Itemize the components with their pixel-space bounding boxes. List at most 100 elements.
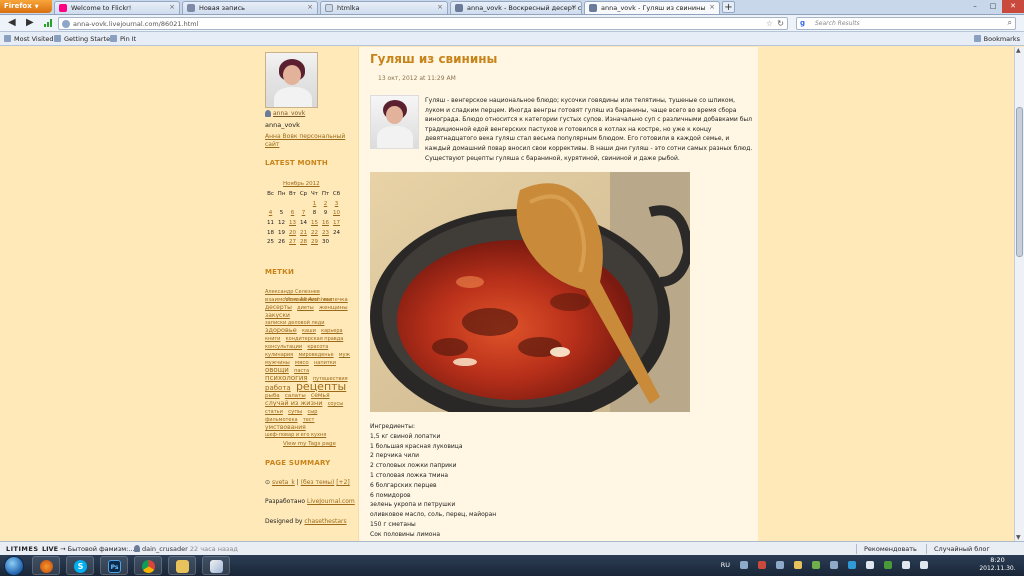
tag-link[interactable]: женщины	[319, 305, 348, 311]
maximize-icon[interactable]: □	[984, 0, 1002, 13]
search-input[interactable]: g Search Results ⌕	[796, 17, 1016, 30]
tray-app-icon[interactable]	[830, 561, 838, 569]
tag-link[interactable]: Александр Селезнев	[265, 289, 320, 295]
start-button[interactable]	[4, 556, 24, 576]
calendar-day[interactable]: 22	[309, 228, 320, 238]
live-news-link[interactable]: LIVE → Бытовой фамизм:...	[42, 545, 135, 553]
avatar[interactable]	[265, 52, 318, 108]
calendar-day[interactable]: 2	[320, 199, 331, 209]
taskbar-editor[interactable]	[202, 556, 230, 575]
tag-link[interactable]: красота	[307, 344, 328, 350]
calendar-day[interactable]: 1	[309, 199, 320, 209]
tag-link[interactable]: случай из жизни	[265, 399, 322, 407]
tag-link[interactable]: шеф-повар и его кухня	[265, 432, 326, 438]
taskbar-folder[interactable]	[168, 556, 196, 575]
tag-link[interactable]: работа	[265, 384, 291, 392]
tag-link[interactable]: кулинария	[265, 352, 293, 358]
tray-app-icon[interactable]	[776, 561, 784, 569]
tray-app-icon[interactable]	[866, 561, 874, 569]
tag-link[interactable]: статьи	[265, 409, 283, 415]
tray-app-icon[interactable]	[884, 561, 892, 569]
username-link[interactable]: anna_vovk	[265, 110, 305, 117]
tag-link[interactable]: каши	[302, 328, 316, 334]
bookmarks-menu[interactable]: Bookmarks	[973, 35, 1020, 43]
calendar-day[interactable]: 6	[287, 208, 298, 218]
site-identity-icon[interactable]	[62, 20, 70, 28]
clock-time[interactable]: 8:20	[975, 556, 1020, 564]
calendar-day[interactable]: 7	[298, 208, 309, 218]
close-icon[interactable]: ×	[169, 3, 175, 11]
back-arrow-icon[interactable]: ◀	[8, 17, 16, 29]
tag-link[interactable]: напитки	[314, 360, 336, 366]
clock-date[interactable]: 2012.11.30.	[975, 565, 1020, 572]
tag-link[interactable]: тест	[303, 417, 315, 423]
tag-link[interactable]: здоровье	[265, 326, 297, 334]
tag-link[interactable]: кондитерская правда	[286, 336, 344, 342]
tag-link[interactable]: супы	[288, 409, 302, 415]
calendar-day[interactable]: 21	[298, 228, 309, 238]
post-title[interactable]: Гуляш из свинины	[370, 52, 497, 66]
litimes-logo[interactable]: LITIMES	[6, 545, 39, 553]
tray-app-icon[interactable]	[740, 561, 748, 569]
scroll-up-icon[interactable]: ▲	[1016, 47, 1021, 54]
tag-link[interactable]: книги	[265, 336, 280, 342]
tag-link[interactable]: сыр	[308, 409, 318, 415]
tab-flickr[interactable]: Welcome to Flickr! ×	[54, 1, 180, 14]
calendar-day[interactable]: 4	[265, 208, 276, 218]
tab-new-entry[interactable]: Новая запись ×	[182, 1, 318, 14]
tag-link[interactable]: карьера	[321, 328, 343, 334]
tag-link[interactable]: закуски	[265, 312, 290, 319]
tab-sunday-dessert[interactable]: anna_vovk - Воскресный десерт с Ф... ×	[450, 1, 582, 14]
close-icon[interactable]: ×	[571, 3, 577, 11]
tag-link[interactable]: муж	[339, 352, 350, 358]
personal-site-link[interactable]: Анна Вовк персональный сайт	[265, 133, 355, 149]
address-bar[interactable]: anna-vovk.livejournal.com/86021.html ☆ ↻	[58, 17, 788, 30]
tag-link[interactable]: диеты	[297, 305, 314, 311]
calendar-day[interactable]: 15	[309, 218, 320, 228]
calendar-day[interactable]: 20	[287, 228, 298, 238]
summary-user-link[interactable]: sveta_k	[272, 479, 295, 486]
livejournal-link[interactable]: LiveJournal.com	[307, 498, 355, 505]
recommend-button[interactable]: Рекомендовать	[864, 545, 917, 553]
scroll-down-icon[interactable]: ▼	[1016, 534, 1021, 541]
calendar-day[interactable]: 10	[331, 208, 342, 218]
calendar-day[interactable]: 3	[331, 199, 342, 209]
tag-link[interactable]: фильмотека	[265, 417, 298, 423]
taskbar-firefox[interactable]	[32, 556, 60, 575]
calendar-month-link[interactable]: Ноябрь 2012	[283, 181, 320, 187]
volume-icon[interactable]	[920, 561, 928, 569]
tag-link[interactable]: десерты	[265, 304, 292, 311]
scrollbar-thumb[interactable]	[1016, 107, 1023, 257]
bookmark-most-visited[interactable]: Most Visited	[4, 35, 54, 43]
calendar-day[interactable]: 17	[331, 218, 342, 228]
tag-link[interactable]: умствования	[265, 424, 306, 431]
status-user-link[interactable]: dain_crusader 22 часа назад	[134, 545, 238, 553]
tag-link[interactable]: выпечка	[323, 297, 348, 303]
bookmark-pin-it[interactable]: Pin It	[110, 35, 136, 43]
close-icon[interactable]: ×	[307, 3, 313, 11]
new-tab-button[interactable]: +	[722, 1, 735, 13]
tray-app-icon[interactable]	[794, 561, 802, 569]
window-close-icon[interactable]: ✕	[1002, 0, 1024, 13]
taskbar-skype[interactable]: S	[66, 556, 94, 575]
close-icon[interactable]: ×	[709, 3, 715, 11]
search-icon[interactable]: ⌕	[1008, 18, 1012, 28]
tray-app-icon[interactable]	[848, 561, 856, 569]
page-scrollbar[interactable]: ▲ ▼	[1014, 47, 1024, 541]
tag-link[interactable]: консультации	[265, 344, 302, 350]
calendar-day[interactable]: 28	[298, 237, 309, 247]
bookmark-star-icon[interactable]: ☆	[766, 19, 773, 28]
designer-link[interactable]: chasethestars	[304, 518, 346, 525]
firefox-menu-button[interactable]: Firefox ▼	[0, 0, 52, 13]
tray-app-icon[interactable]	[812, 561, 820, 569]
calendar-day[interactable]: 13	[287, 218, 298, 228]
close-icon[interactable]: ×	[437, 3, 443, 11]
bookmark-getting-started[interactable]: Getting Started	[54, 35, 114, 43]
tag-link[interactable]: мироведенье	[298, 352, 333, 358]
summary-comments-link[interactable]: [+2]	[336, 479, 350, 486]
taskbar-photoshop[interactable]: Ps	[100, 556, 128, 575]
random-blog-button[interactable]: Случайный блог	[934, 545, 990, 553]
calendar-day[interactable]: 23	[320, 228, 331, 238]
tag-link[interactable]: взаимоотношения	[265, 297, 318, 303]
google-icon[interactable]: g	[800, 19, 805, 27]
